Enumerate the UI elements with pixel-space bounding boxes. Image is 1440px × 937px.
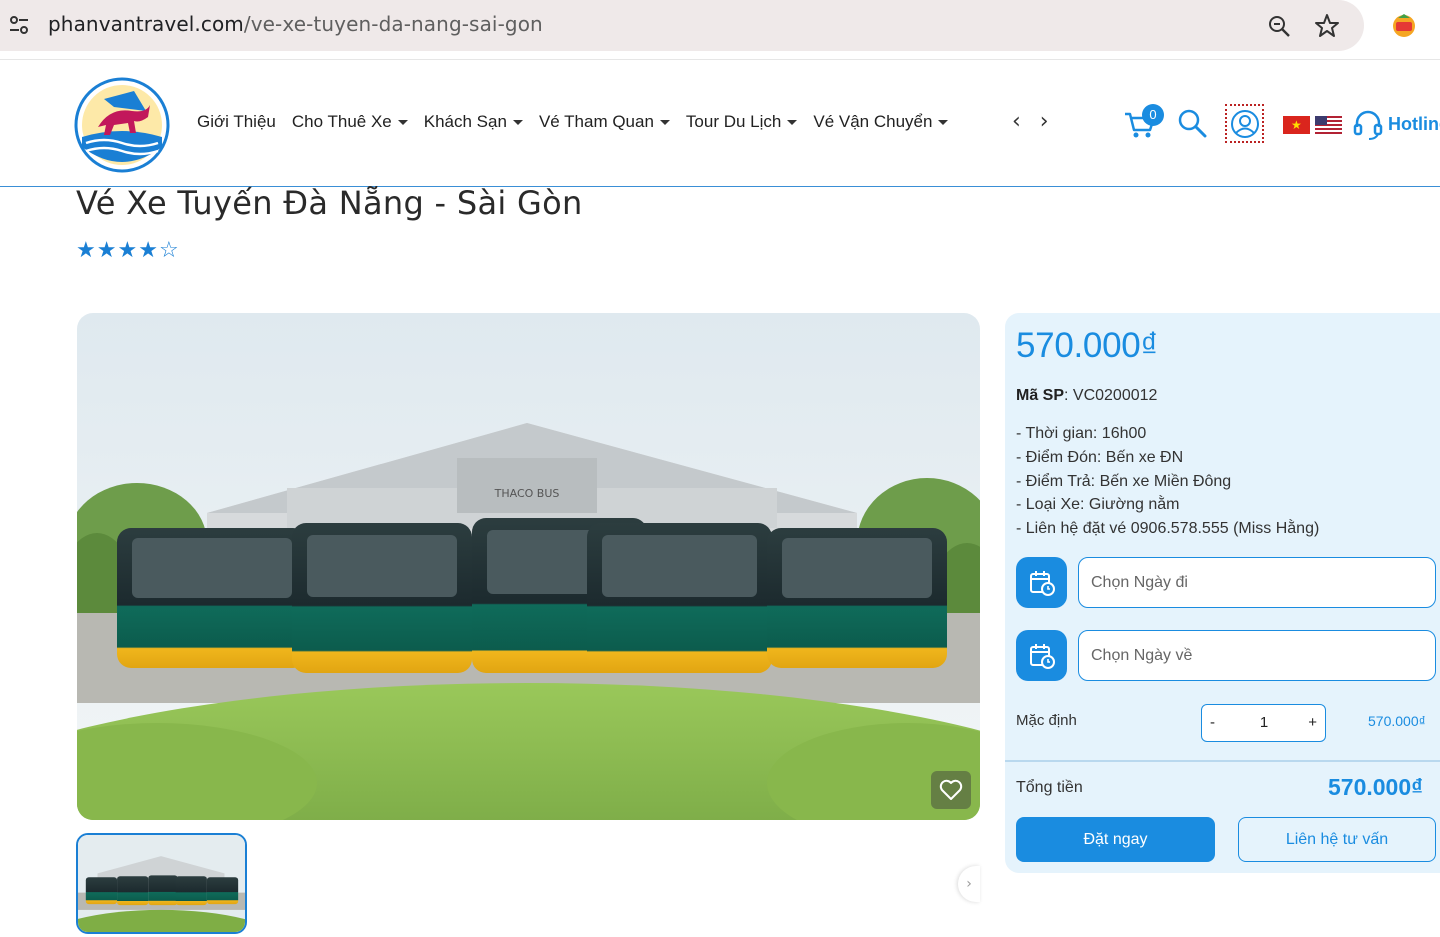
caret-down-icon bbox=[787, 119, 798, 125]
detail-pickup: - Điểm Đón: Bến xe ĐN bbox=[1016, 448, 1184, 466]
favorite-button[interactable] bbox=[931, 771, 971, 809]
zoom-icon[interactable] bbox=[1266, 13, 1292, 39]
nav-item-tour-du-lich[interactable]: Tour Du Lịch bbox=[685, 112, 798, 132]
nav-scroll-arrows[interactable]: ‹ › bbox=[1012, 109, 1055, 134]
nav-item-khach-san[interactable]: Khách Sạn bbox=[424, 112, 523, 132]
sku-label: Mã SP bbox=[1016, 387, 1065, 404]
us-flag-icon[interactable] bbox=[1315, 116, 1342, 134]
page-title: Vé Xe Tuyến Đà Nẵng - Sài Gòn bbox=[76, 184, 583, 222]
main-nav: Giới Thiệu Cho Thuê Xe Khách Sạn Vé Tham… bbox=[197, 112, 964, 132]
nav-label: Vé Vận Chuyển bbox=[813, 112, 933, 131]
detail-vehicle: - Loại Xe: Giường nằm bbox=[1016, 496, 1180, 514]
star-filled-icon: ★ bbox=[138, 238, 158, 263]
hotline-link[interactable]: Hotline bbox=[1388, 114, 1440, 135]
depart-calendar-button[interactable] bbox=[1016, 557, 1067, 608]
detail-contact: - Liên hệ đặt vé 0906.578.555 (Miss Hằng… bbox=[1016, 520, 1320, 538]
nav-item-cho-thue-xe[interactable]: Cho Thuê Xe bbox=[292, 112, 408, 132]
site-settings-icon[interactable] bbox=[8, 14, 30, 36]
total-value: 570.000₫ bbox=[1328, 774, 1423, 800]
caret-down-icon bbox=[512, 119, 523, 125]
nav-label: Tour Du Lịch bbox=[685, 112, 782, 131]
address-bar[interactable]: phanvantravel.com/ve-xe-tuyen-da-nang-sa… bbox=[0, 0, 1364, 51]
star-empty-icon: ☆ bbox=[158, 238, 179, 263]
star-filled-icon: ★ bbox=[76, 238, 96, 263]
product-sku: Mã SP: VC0200012 bbox=[1016, 387, 1157, 405]
panel-divider bbox=[1005, 760, 1440, 762]
url-path: /ve-xe-tuyen-da-nang-sai-gon bbox=[243, 12, 543, 36]
calendar-icon bbox=[1029, 643, 1055, 669]
quantity-value[interactable]: 1 bbox=[1258, 714, 1270, 731]
url-host: phanvantravel.com bbox=[48, 12, 244, 36]
product-price: 570.000₫ bbox=[1016, 326, 1159, 365]
return-date-input[interactable] bbox=[1078, 630, 1436, 681]
return-calendar-button[interactable] bbox=[1016, 630, 1067, 681]
book-now-button[interactable]: Đặt ngay bbox=[1016, 817, 1215, 862]
nav-label: Vé Tham Quan bbox=[538, 112, 654, 131]
site-header: Giới Thiệu Cho Thuê Xe Khách Sạn Vé Tham… bbox=[0, 61, 1440, 187]
nav-item-ve-van-chuyen[interactable]: Vé Vận Chuyển bbox=[813, 112, 949, 132]
caret-down-icon bbox=[659, 119, 670, 125]
user-icon bbox=[1230, 109, 1259, 138]
line-price: 570.000₫ bbox=[1368, 713, 1426, 729]
browser-toolbar: phanvantravel.com/ve-xe-tuyen-da-nang-sa… bbox=[0, 0, 1440, 60]
total-label: Tổng tiền bbox=[1016, 779, 1083, 796]
detail-time: - Thời gian: 16h00 bbox=[1016, 425, 1147, 442]
calendar-icon bbox=[1029, 570, 1055, 596]
detail-dropoff: - Điểm Trả: Bến xe Miền Đông bbox=[1016, 472, 1232, 490]
thumbnail-image[interactable] bbox=[76, 833, 247, 934]
ticket-type-label: Mặc định bbox=[1016, 712, 1077, 729]
nav-item-gioi-thieu[interactable]: Giới Thiệu bbox=[197, 112, 276, 132]
contact-consult-button[interactable]: Liên hệ tư vấn bbox=[1238, 817, 1436, 862]
chevron-right-icon: › bbox=[966, 876, 972, 892]
nav-label: Khách Sạn bbox=[423, 112, 507, 131]
nav-label: Giới Thiệu bbox=[197, 112, 276, 131]
heart-icon bbox=[939, 779, 963, 800]
sku-value: : VC0200012 bbox=[1064, 387, 1158, 404]
next-image-button[interactable]: › bbox=[958, 866, 980, 902]
star-filled-icon: ★ bbox=[117, 238, 138, 263]
account-button[interactable] bbox=[1225, 104, 1264, 143]
url-text[interactable]: phanvantravel.com/ve-xe-tuyen-da-nang-sa… bbox=[48, 12, 543, 36]
search-icon[interactable] bbox=[1176, 107, 1208, 139]
caret-down-icon bbox=[397, 119, 408, 125]
depart-date-input[interactable] bbox=[1078, 557, 1436, 608]
increment-button[interactable]: + bbox=[1308, 714, 1317, 731]
decrement-button[interactable]: - bbox=[1210, 714, 1215, 731]
quantity-stepper: - 1 + bbox=[1201, 704, 1326, 742]
caret-down-icon bbox=[938, 119, 949, 125]
nav-item-ve-tham-quan[interactable]: Vé Tham Quan bbox=[539, 112, 670, 132]
vietnam-flag-icon[interactable]: ★ bbox=[1283, 116, 1310, 134]
bookmark-star-icon[interactable] bbox=[1314, 13, 1340, 39]
trip-details: - Thời gian: 16h00 - Điểm Đón: Bến xe ĐN… bbox=[1016, 422, 1319, 541]
headset-icon[interactable] bbox=[1352, 109, 1384, 141]
nav-label: Cho Thuê Xe bbox=[291, 112, 392, 131]
company-logo[interactable] bbox=[74, 77, 170, 173]
rating-stars: ★ ★ ★ ★ ☆ bbox=[76, 238, 179, 263]
extension-icon[interactable] bbox=[1390, 12, 1418, 40]
cart-count-badge: 0 bbox=[1142, 104, 1164, 126]
building-sign: THACO BUS bbox=[494, 487, 560, 500]
star-filled-icon: ★ bbox=[96, 238, 117, 263]
product-main-image[interactable]: THACO BUS bbox=[77, 313, 980, 820]
